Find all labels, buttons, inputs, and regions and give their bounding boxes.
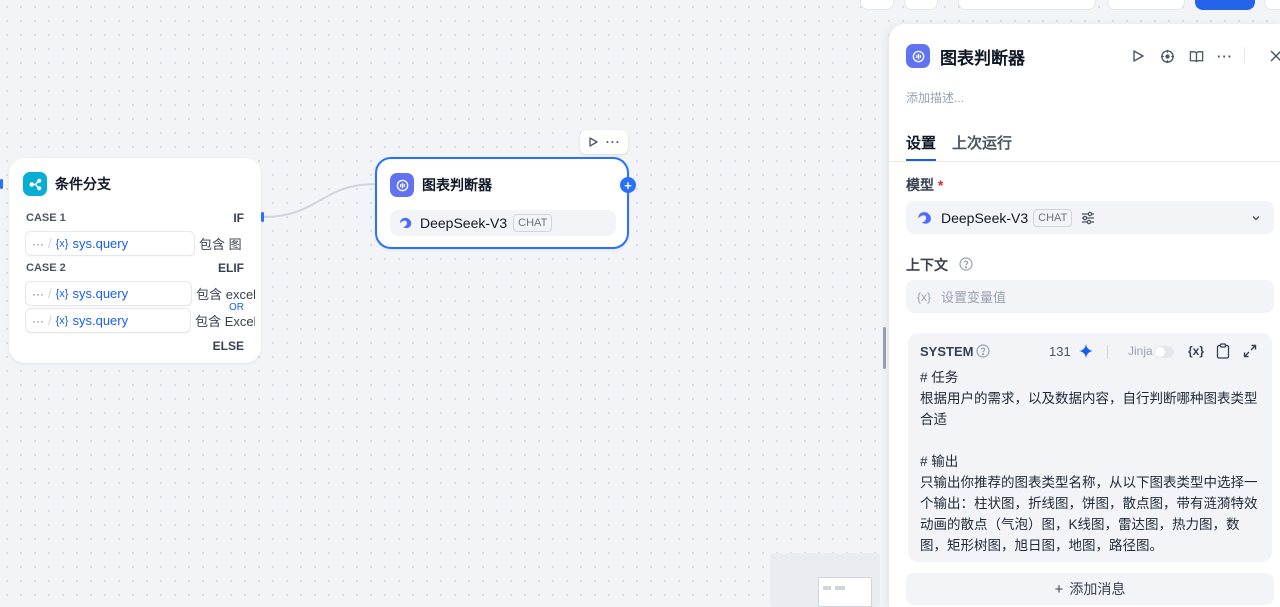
branch-icon [23, 172, 47, 196]
deepseek-icon [400, 217, 412, 229]
model-select[interactable]: DeepSeek-V3 CHAT [906, 201, 1274, 234]
ellipsis-icon: ··· [32, 286, 44, 301]
jinja-label: Jinja [1128, 344, 1153, 358]
ellipsis-icon: ··· [32, 236, 44, 251]
case-label: CASE 1 [26, 212, 66, 224]
if-else-node[interactable]: 条件分支 CASE 1 IF ··· / {x} sys.query 包含 图 C… [9, 158, 264, 363]
tab-last-run[interactable]: 上次运行 [952, 132, 1012, 153]
help-icon[interactable] [959, 257, 973, 271]
minimap[interactable] [770, 553, 880, 607]
minimap-viewport[interactable] [818, 577, 872, 607]
tabs-divider [889, 161, 1280, 162]
model-name: DeepSeek-V3 [420, 215, 508, 231]
panel-title[interactable]: 图表判断器 [940, 44, 1025, 69]
system-label: SYSTEM [920, 344, 974, 359]
model-tag: CHAT [1033, 208, 1073, 227]
case-keyword: ELIF [218, 261, 244, 275]
node-title: 图表判断器 [422, 177, 492, 193]
condition-row[interactable]: ··· / {x} sys.query 包含 excel [25, 281, 255, 306]
insert-variable-icon[interactable]: {x} [1188, 344, 1204, 358]
more-icon[interactable]: ··· [1216, 47, 1234, 65]
deepseek-icon [918, 211, 931, 224]
else-label: ELSE [212, 339, 244, 353]
variable-icon: {x} [917, 289, 932, 304]
help-icon[interactable] [976, 344, 990, 358]
panel-resize-handle[interactable] [883, 327, 886, 369]
output-port[interactable] [261, 212, 264, 222]
case-keyword: IF [233, 211, 244, 225]
header-divider [1244, 47, 1245, 63]
add-message-label: 添加消息 [1069, 581, 1126, 597]
params-icon[interactable] [1080, 210, 1096, 226]
model-tag: CHAT [513, 214, 553, 232]
run-icon[interactable] [587, 136, 599, 148]
chevron-down-icon[interactable] [1250, 212, 1262, 224]
condition-operator: 包含 Excel [195, 314, 255, 329]
ellipsis-icon: ··· [32, 313, 44, 328]
crosshair-icon[interactable] [1158, 47, 1176, 65]
close-icon[interactable] [1267, 47, 1280, 65]
case-label: CASE 2 [26, 262, 66, 274]
more-icon[interactable]: ··· [606, 135, 621, 149]
description-input[interactable]: 添加描述... [906, 89, 964, 106]
add-node-icon[interactable]: + [620, 177, 636, 193]
model-name: DeepSeek-V3 [941, 209, 1029, 226]
divider [1107, 345, 1108, 359]
node-settings-panel: 图表判断器 ··· 添加描述... 设置 上次运行 模型 * DeepSeek-… [888, 24, 1280, 607]
jinja-toggle[interactable] [1154, 346, 1174, 358]
book-icon[interactable] [1187, 47, 1205, 65]
condition-operator: 包含 图 [199, 237, 242, 252]
node-toolbar: ··· [580, 130, 628, 154]
system-prompt-editor[interactable]: SYSTEM 131 Jinja {x} # 任务 根据用户的需求，以及数据内容… [908, 333, 1272, 562]
llm-node-icon [390, 173, 414, 197]
variable-icon: {x} [55, 237, 69, 250]
context-variable-input[interactable]: {x} 设置变量值 [906, 280, 1274, 313]
context-placeholder: 设置变量值 [941, 290, 1007, 305]
condition-row[interactable]: ··· / {x} sys.query 包含 Excel [25, 308, 255, 333]
variable-icon: {x} [55, 314, 69, 327]
plus-icon: + [1054, 580, 1064, 598]
condition-variable: ··· / {x} sys.query [25, 308, 192, 333]
system-prompt-text[interactable]: # 任务 根据用户的需求，以及数据内容，自行判断哪种图表类型合适 # 输出 只输… [920, 367, 1264, 556]
llm-node[interactable]: 图表判断器 DeepSeek-V3 CHAT + [375, 157, 636, 249]
condition-variable: ··· / {x} sys.query [25, 231, 195, 256]
clipboard-icon[interactable] [1216, 343, 1230, 359]
expand-icon[interactable] [1243, 344, 1257, 358]
condition-row[interactable]: ··· / {x} sys.query 包含 图 [25, 231, 255, 256]
node-title: 条件分支 [55, 176, 111, 192]
tab-settings[interactable]: 设置 [906, 132, 936, 153]
context-label: 上下文 [906, 257, 948, 273]
run-icon[interactable] [1129, 47, 1147, 65]
required-mark: * [937, 177, 944, 193]
variable-icon: {x} [55, 287, 69, 300]
ai-generate-icon[interactable] [1078, 343, 1094, 359]
model-chip: DeepSeek-V3 CHAT [390, 210, 616, 236]
llm-node-icon [906, 44, 930, 68]
add-message-button[interactable]: + 添加消息 [906, 573, 1274, 605]
model-label: 模型 * [906, 177, 944, 193]
condition-operator: 包含 excel [196, 287, 255, 302]
condition-variable: ··· / {x} sys.query [25, 281, 193, 306]
char-count: 131 [1049, 344, 1071, 359]
